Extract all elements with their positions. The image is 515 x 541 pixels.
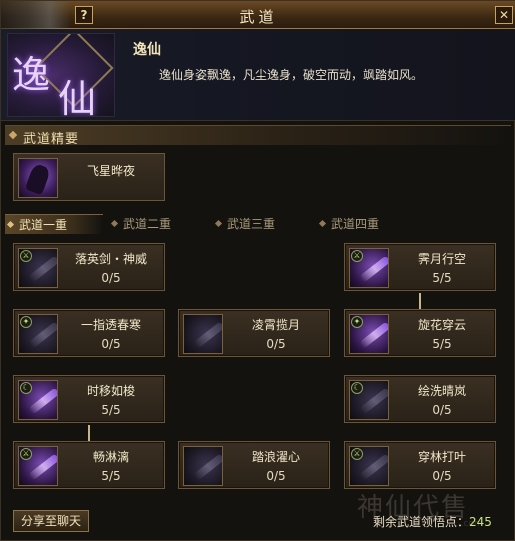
skill-name: 时移如梭 xyxy=(86,384,135,398)
skill-badge-icon: ☾ xyxy=(351,382,363,394)
remaining-points: 剩余武道领悟点：245 xyxy=(373,513,492,530)
sword-slash-icon: ⚔ xyxy=(18,248,58,288)
skill-card[interactable]: ✦ 旋花穿云 5/5 xyxy=(344,309,496,357)
skill-name: 凌霄揽月 xyxy=(251,318,300,332)
skill-card[interactable]: 凌霄揽月 0/5 xyxy=(178,309,330,357)
skill-badge-icon: ☾ xyxy=(20,382,32,394)
school-emblem-icon: 逸 仙 xyxy=(7,33,115,117)
tab-label: 武道三重 xyxy=(227,217,276,231)
tab-bullet-icon xyxy=(318,219,327,228)
featured-skill-name: 飞星晔夜 xyxy=(86,164,135,178)
skill-name: 旋花穿云 xyxy=(417,318,466,332)
skill-badge-icon: ⚔ xyxy=(351,250,363,262)
emblem-glyph-2: 仙 xyxy=(58,77,97,117)
tab-bullet-icon xyxy=(110,219,119,228)
skill-level: 5/5 xyxy=(101,469,121,483)
skill-card[interactable]: 踏浪濯心 0/5 xyxy=(178,441,330,489)
skill-connector xyxy=(88,425,90,441)
skill-name: 一指透春寒 xyxy=(80,318,141,332)
skill-badge-icon: ⚔ xyxy=(351,448,363,460)
skill-level: 5/5 xyxy=(432,271,452,285)
skill-name: 霁月行空 xyxy=(417,252,466,266)
section-bullet-icon xyxy=(8,130,18,140)
skill-name: 踏浪濯心 xyxy=(251,450,300,464)
wave-slash-icon xyxy=(183,446,223,486)
tab-bullet-icon xyxy=(6,220,15,229)
tab-tier-4[interactable]: 武道四重 xyxy=(317,214,415,234)
moon-slash-icon: ☾ xyxy=(349,380,389,420)
skill-badge-icon: ✦ xyxy=(351,316,363,328)
swirl-icon xyxy=(183,314,223,354)
tab-tier-1[interactable]: 武道一重 xyxy=(5,214,103,234)
emblem-glyph-1: 逸 xyxy=(12,53,51,97)
skill-badge-icon: ⚔ xyxy=(20,250,32,262)
tab-bullet-icon xyxy=(214,219,223,228)
skill-name: 穿林打叶 xyxy=(417,450,466,464)
school-header: 逸 仙 逸仙 逸仙身姿飘逸，凡尘逸身，破空而动，飒踏如风。 xyxy=(1,29,515,121)
section-title: 武道精要 xyxy=(5,125,511,147)
window-title: 武道 xyxy=(239,8,278,26)
skill-level: 0/5 xyxy=(432,469,452,483)
skill-level: 0/5 xyxy=(101,271,121,285)
close-button[interactable]: ✕ xyxy=(495,6,513,24)
tab-tier-3[interactable]: 武道三重 xyxy=(213,214,311,234)
title-bar[interactable]: ? 武道 ✕ xyxy=(1,1,515,29)
skill-level: 0/5 xyxy=(432,403,452,417)
moon-slash-icon: ☾ xyxy=(18,380,58,420)
tab-label: 武道一重 xyxy=(19,218,68,232)
purple-figure-icon: ⚔ xyxy=(349,248,389,288)
skill-card[interactable]: ⚔ 霁月行空 5/5 xyxy=(344,243,496,291)
skill-level: 0/5 xyxy=(101,337,121,351)
skill-level: 0/5 xyxy=(266,337,286,351)
featured-skill[interactable]: 飞星晔夜 xyxy=(13,153,165,201)
skill-card[interactable]: ⚔ 落英剑・神威 0/5 xyxy=(13,243,165,291)
skill-connector xyxy=(419,293,421,309)
points-label: 剩余武道领悟点： xyxy=(373,515,470,529)
tab-label: 武道四重 xyxy=(331,217,380,231)
skill-badge-icon: ✦ xyxy=(20,316,32,328)
tier-tabs: 武道一重 武道二重 武道三重 武道四重 xyxy=(5,214,511,234)
skill-level: 5/5 xyxy=(101,403,121,417)
skill-card[interactable]: ☾ 绘洗晴岚 0/5 xyxy=(344,375,496,423)
skill-card[interactable]: ⚔ 畅淋漓 5/5 xyxy=(13,441,165,489)
sword-slash-icon: ⚔ xyxy=(18,446,58,486)
skill-name: 绘洗晴岚 xyxy=(417,384,466,398)
skill-level: 0/5 xyxy=(266,469,286,483)
skill-card[interactable]: ✦ 一指透春寒 0/5 xyxy=(13,309,165,357)
school-name: 逸仙 xyxy=(133,42,161,58)
skill-card[interactable]: ☾ 时移如梭 5/5 xyxy=(13,375,165,423)
finger-strike-icon: ✦ xyxy=(18,314,58,354)
shadow-warrior-icon xyxy=(18,158,58,198)
skill-badge-icon: ⚔ xyxy=(20,448,32,460)
section-title-text: 武道精要 xyxy=(23,132,80,147)
tab-label: 武道二重 xyxy=(123,217,172,231)
skill-name: 畅淋漓 xyxy=(92,450,129,464)
points-value: 245 xyxy=(469,515,492,529)
skill-card[interactable]: ⚔ 穿林打叶 0/5 xyxy=(344,441,496,489)
tab-tier-2[interactable]: 武道二重 xyxy=(109,214,207,234)
wudao-window: ? 武道 ✕ 逸 仙 逸仙 逸仙身姿飘逸，凡尘逸身，破空而动，飒踏如风。 武道精… xyxy=(0,0,515,541)
share-to-chat-button[interactable]: 分享至聊天 xyxy=(13,510,89,532)
spark-slash-icon: ✦ xyxy=(349,314,389,354)
skill-name: 落英剑・神威 xyxy=(74,252,147,266)
sword-slash-icon: ⚔ xyxy=(349,446,389,486)
skill-level: 5/5 xyxy=(432,337,452,351)
school-description: 逸仙身姿飘逸，凡尘逸身，破空而动，飒踏如风。 xyxy=(159,68,424,82)
